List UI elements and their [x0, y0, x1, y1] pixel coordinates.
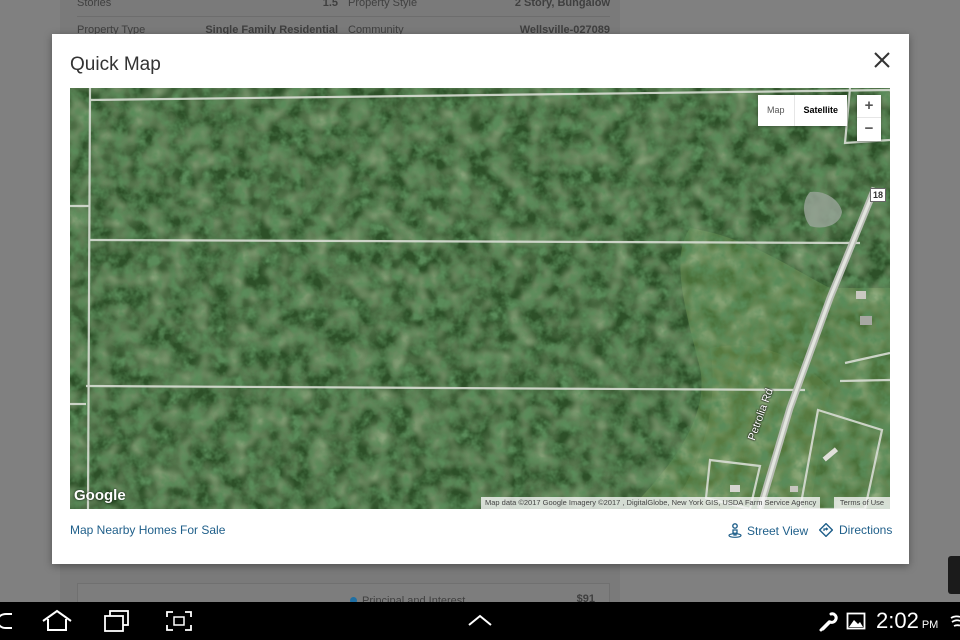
- recent-apps-icon[interactable]: [102, 609, 132, 633]
- map-type-satellite-button[interactable]: Satellite: [793, 95, 848, 126]
- clock-time: 2:02: [876, 608, 919, 633]
- route-shield: 18: [870, 188, 886, 202]
- close-icon: [874, 52, 890, 68]
- quick-map-modal: Quick Map 18 Petrolia Rd Map Satellite +…: [52, 34, 909, 564]
- directions-link[interactable]: Directions: [819, 523, 892, 537]
- terms-of-use-link[interactable]: Terms of Use: [834, 497, 890, 509]
- payment-panel: Principal and Interest $91: [77, 583, 610, 607]
- gallery-icon: [846, 612, 866, 630]
- detail-value: 2 Story, Bungalow: [514, 0, 610, 9]
- zoom-out-button[interactable]: −: [857, 118, 881, 141]
- chevron-up-icon[interactable]: [466, 612, 494, 628]
- map-attribution: Map data ©2017 Google Imagery ©2017 , Di…: [481, 497, 821, 509]
- map-type-map-button[interactable]: Map: [758, 95, 794, 126]
- detail-value: 1.5: [322, 0, 338, 9]
- clock-ampm: PM: [921, 619, 939, 631]
- modal-title: Quick Map: [70, 54, 161, 75]
- wifi-icon: [950, 615, 960, 627]
- zoom-control: + −: [857, 95, 881, 141]
- screenshot-icon[interactable]: [164, 609, 194, 633]
- detail-label: Stories: [77, 0, 112, 9]
- map-type-control: Map Satellite: [758, 95, 848, 126]
- zoom-in-button[interactable]: +: [857, 95, 881, 118]
- street-view-link[interactable]: Street View: [728, 523, 808, 538]
- close-button[interactable]: [870, 48, 894, 72]
- system-navigation-bar: 2:02 PM: [0, 602, 960, 640]
- directions-label: Directions: [839, 523, 893, 537]
- property-details-panel: Stories 1.5 Property Style 2 Story, Bung…: [77, 0, 610, 36]
- street-view-icon: [728, 523, 742, 538]
- home-icon[interactable]: [40, 609, 74, 633]
- map-imagery: [70, 88, 890, 509]
- details-row: Property Type Single Family Residential …: [77, 18, 610, 36]
- details-row: Stories 1.5 Property Style 2 Story, Bung…: [77, 0, 610, 17]
- map-nearby-homes-link[interactable]: Map Nearby Homes For Sale: [70, 523, 225, 537]
- route-number: 18: [872, 190, 883, 200]
- side-tab[interactable]: [948, 556, 960, 594]
- google-logo: Google: [74, 487, 126, 504]
- satellite-map[interactable]: 18 Petrolia Rd Map Satellite + − Google …: [70, 88, 890, 509]
- detail-label: Property Style: [348, 0, 418, 9]
- street-view-label: Street View: [747, 523, 809, 538]
- back-icon[interactable]: [0, 609, 18, 633]
- directions-icon: [819, 523, 833, 537]
- status-clock: 2:02 PM: [876, 608, 938, 634]
- wrench-icon: [819, 612, 838, 632]
